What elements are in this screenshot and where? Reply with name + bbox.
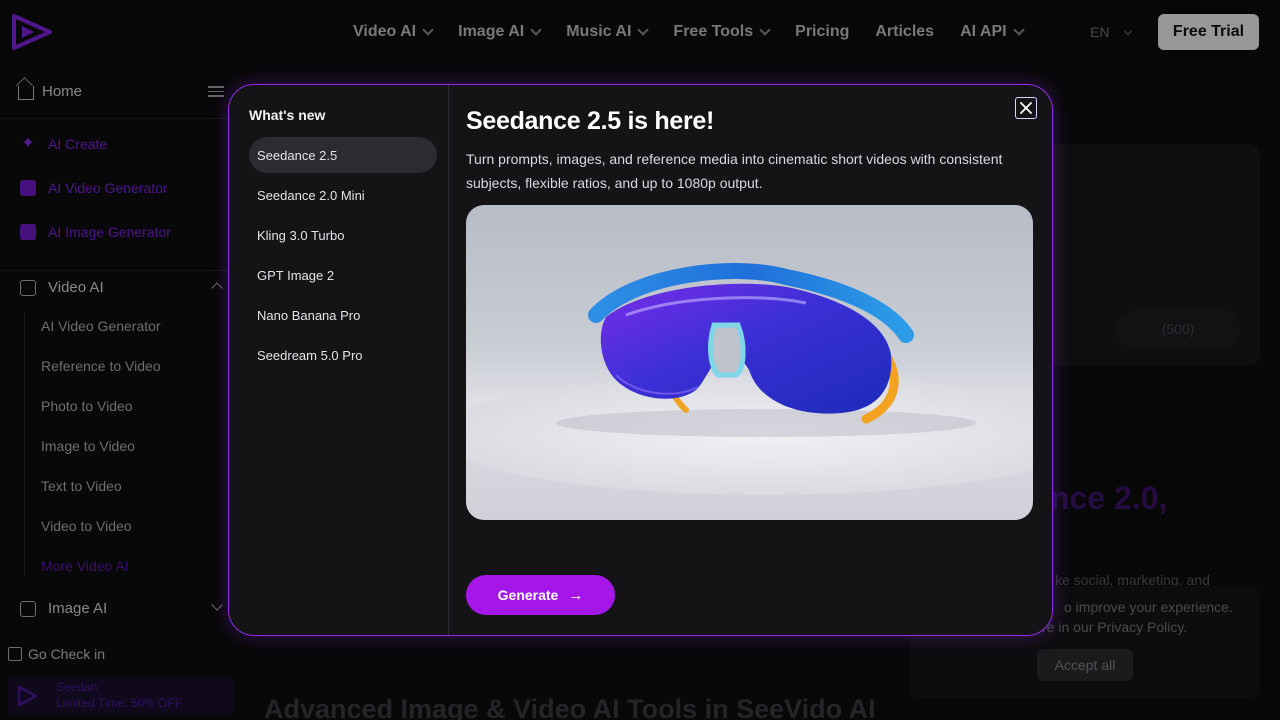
whats-new-item[interactable]: Seedance 2.5 — [249, 137, 437, 173]
whats-new-item[interactable]: Seedream 5.0 Pro — [249, 337, 437, 373]
whats-new-title: What's new — [249, 107, 326, 123]
whats-new-item[interactable]: Nano Banana Pro — [249, 297, 437, 333]
whats-new-item[interactable]: Seedance 2.0 Mini — [249, 177, 437, 213]
generate-button[interactable]: Generate → — [466, 575, 615, 615]
whats-new-item[interactable]: GPT Image 2 — [249, 257, 437, 293]
whats-new-list: What's new Seedance 2.5 Seedance 2.0 Min… — [229, 85, 449, 635]
close-icon — [1020, 102, 1032, 114]
arrow-right-icon: → — [568, 586, 584, 604]
feature-description: Turn prompts, images, and reference medi… — [466, 151, 1003, 191]
feature-image — [466, 205, 1033, 520]
feature-detail: Seedance 2.5 is here! Turn prompts, imag… — [466, 85, 1036, 635]
sunglasses-illustration — [466, 263, 1033, 495]
whats-new-item[interactable]: Kling 3.0 Turbo — [249, 217, 437, 253]
feature-title: Seedance 2.5 is here! — [466, 107, 715, 135]
close-button[interactable] — [1015, 97, 1037, 119]
whats-new-modal: What's new Seedance 2.5 Seedance 2.0 Min… — [228, 84, 1053, 636]
